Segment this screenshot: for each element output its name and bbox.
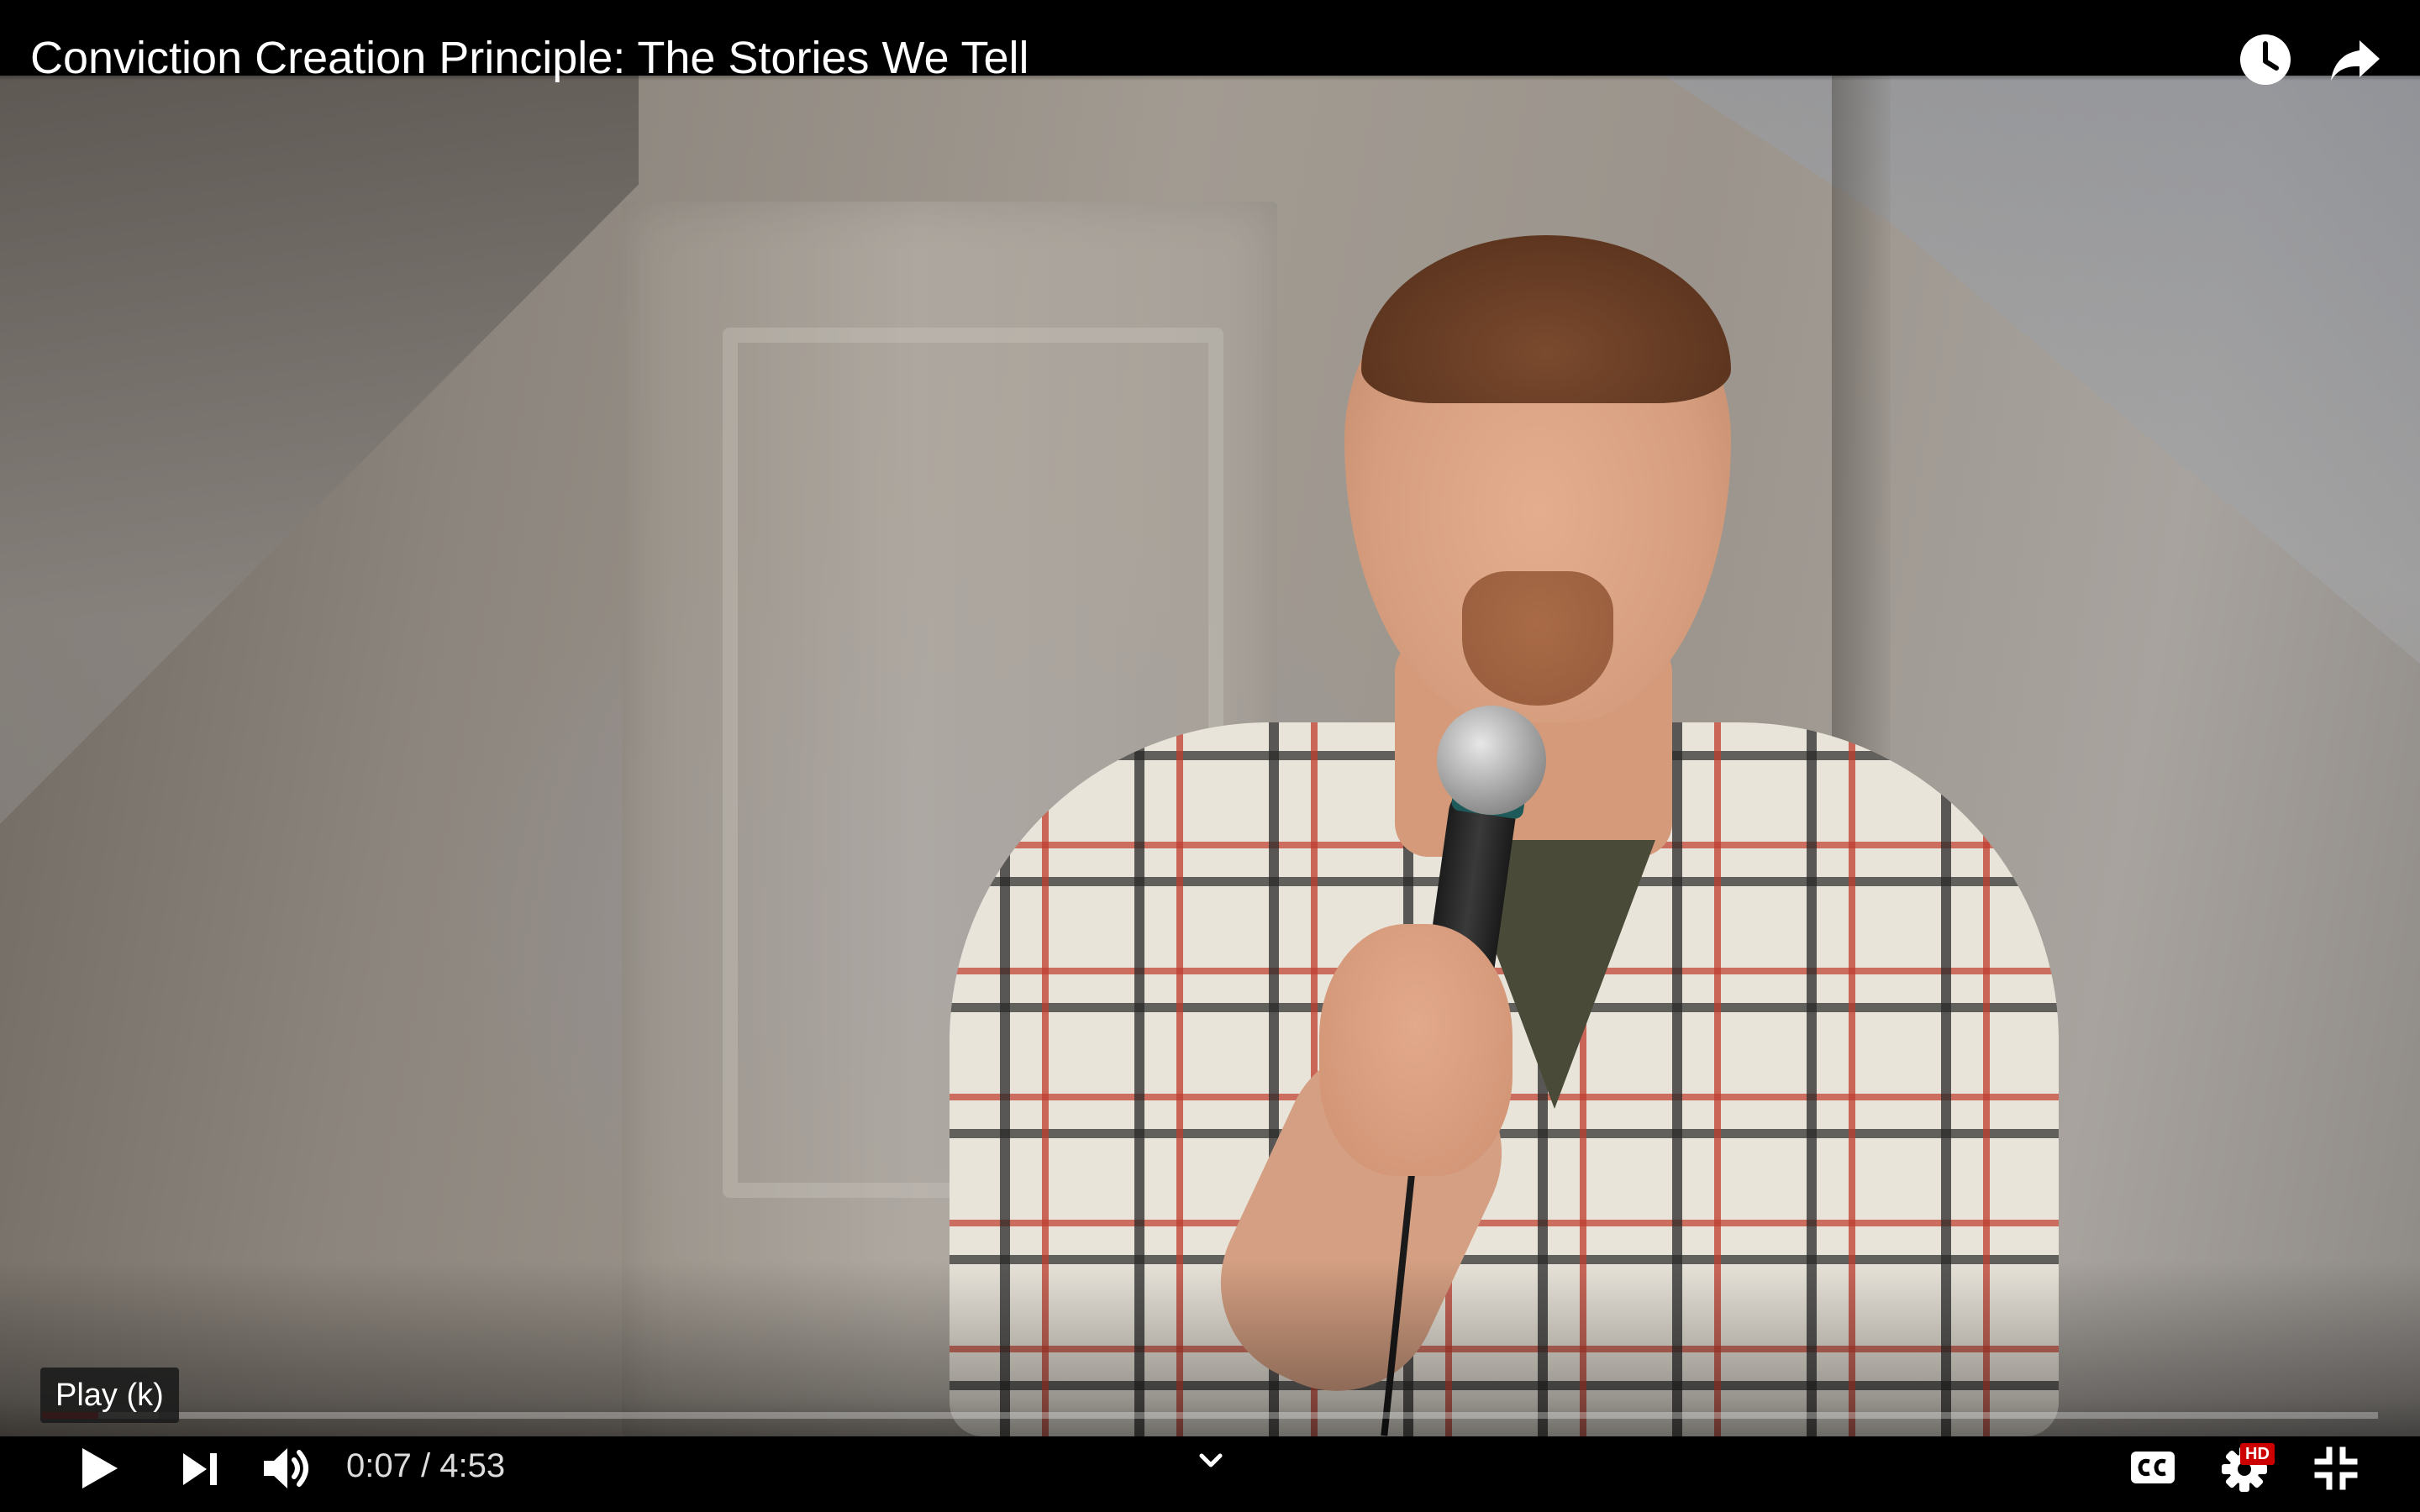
microphone-head	[1437, 706, 1546, 815]
speaker-hair	[1361, 235, 1731, 403]
hd-badge: HD	[2240, 1443, 2275, 1465]
duration: 4:53	[439, 1447, 506, 1484]
next-icon	[183, 1453, 217, 1485]
time-display: 0:07 / 4:53	[346, 1445, 505, 1487]
video-title[interactable]: Conviction Creation Principle: The Stori…	[30, 30, 1029, 86]
progress-bar[interactable]	[42, 1412, 2378, 1419]
speaker	[924, 202, 2101, 1436]
chevron-down-button[interactable]	[1197, 1446, 1225, 1479]
video-player[interactable]: Conviction Creation Principle: The Stori…	[0, 0, 2420, 1512]
volume-icon	[264, 1448, 308, 1488]
current-time: 0:07	[346, 1447, 412, 1484]
captions-icon	[2131, 1452, 2175, 1483]
play-icon	[82, 1448, 118, 1488]
video-frame[interactable]	[0, 76, 2420, 1436]
chevron-down-icon	[1199, 1453, 1223, 1467]
play-tooltip: Play (k)	[40, 1368, 179, 1423]
volume-button[interactable]	[260, 1443, 316, 1498]
exit-fullscreen-icon	[2314, 1446, 2358, 1490]
title-bar: Conviction Creation Principle: The Stori…	[0, 0, 2420, 85]
share-icon[interactable]	[2328, 32, 2383, 87]
speaker-beard	[1462, 571, 1613, 706]
exit-fullscreen-button[interactable]	[2311, 1443, 2361, 1498]
background-wall	[0, 76, 639, 825]
play-button[interactable]	[74, 1443, 124, 1498]
next-button[interactable]	[178, 1446, 224, 1496]
speaker-hand	[1319, 924, 1512, 1176]
time-separator: /	[420, 1447, 431, 1484]
captions-button[interactable]	[2129, 1448, 2176, 1491]
watch-later-icon[interactable]	[2238, 32, 2293, 87]
